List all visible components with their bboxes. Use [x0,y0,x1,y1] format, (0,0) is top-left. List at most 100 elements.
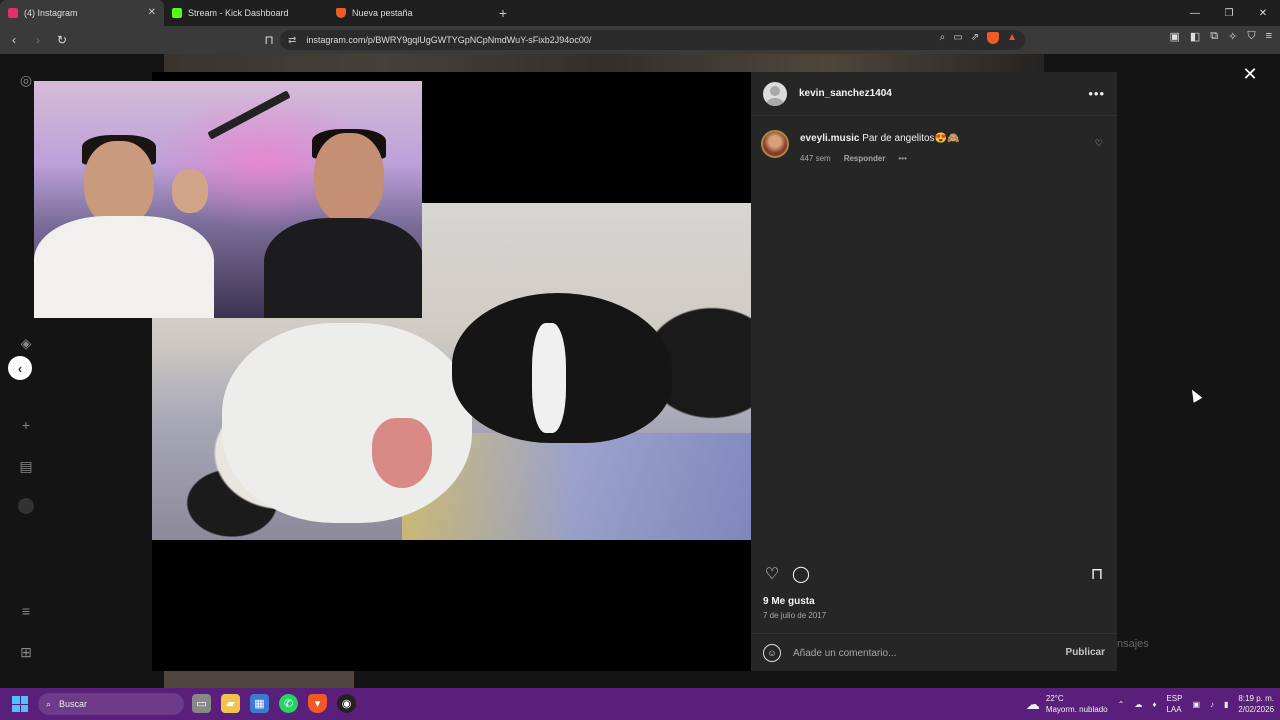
battery-icon[interactable]: ▮ [1224,700,1228,709]
comment-meta: 447 sem Responder ••• [800,154,907,163]
windows-taskbar: ⌕ Buscar ▭ ▰ ▦ ✆ ▾ ◉ ☁ 22°C Mayorm. nubl… [0,688,1280,720]
person-left [34,135,214,318]
tab-label: Nueva pestaña [352,8,413,18]
tab-label: (4) Instagram [24,8,78,18]
tab-new-tab[interactable]: Nueva pestaña [328,0,492,26]
like-heart-icon[interactable]: ♡ [762,564,782,584]
cloud-moon-icon: ☁ [1025,695,1040,712]
bookmark-icon[interactable]: ⊓ [259,30,279,50]
more-menu-icon[interactable]: ≡ [18,603,34,619]
brave-shields-icon[interactable] [987,32,1000,44]
comment-item: eveyli.music Par de angelitos😍🙈 447 sem … [761,130,1107,170]
post-date: 7 de julio de 2017 [763,611,827,620]
store-icon[interactable]: ▦ [250,694,269,713]
black-puppy [452,293,672,443]
network-icon[interactable]: ▣ [1192,700,1200,709]
restore-icon[interactable]: ❐ [1212,0,1246,26]
share-icon[interactable]: ⇗ [971,32,979,44]
close-tab-icon[interactable]: ✕ [148,7,156,18]
whatsapp-icon[interactable]: ✆ [279,694,298,713]
publish-button[interactable]: Publicar [1066,647,1105,658]
site-info-icon[interactable]: ⇄ [288,35,296,46]
microphone-icon[interactable]: ♦ [1152,700,1156,709]
task-view-icon[interactable]: ▭ [192,694,211,713]
minimize-icon[interactable]: — [1178,0,1212,26]
puppy-tongue [372,418,432,488]
avatar[interactable] [763,81,787,106]
meta-apps-icon[interactable]: ⊞ [18,644,34,660]
cast-icon[interactable]: ▭ [953,32,962,44]
new-tab-button[interactable]: + [492,2,514,24]
commenter-avatar[interactable] [761,130,789,158]
mouse-cursor [1187,387,1203,403]
comment-like-icon[interactable]: ♡ [1095,138,1103,149]
taskbar-search[interactable]: ⌕ Buscar [38,693,184,715]
tab-label: Stream - Kick Dashboard [188,8,289,18]
back-icon[interactable]: ‹ [4,30,24,50]
post-header: kevin_sanchez1404 ••• [751,72,1117,116]
comment-text: eveyli.music Par de angelitos😍🙈 [800,133,959,144]
comment-input[interactable] [793,646,1053,660]
zoom-icon[interactable]: ⌕ [940,32,946,44]
comment-bubble-icon[interactable]: ◯ [791,564,811,584]
post-username[interactable]: kevin_sanchez1404 [799,88,892,99]
reload-icon[interactable]: ↻ [52,30,72,50]
brave-browser-icon[interactable]: ▾ [308,694,327,713]
lang-top: ESP [1166,694,1183,703]
close-post-button[interactable]: ✕ [1240,64,1260,84]
leo-ai-icon[interactable]: ✧ [1228,30,1237,43]
volume-icon[interactable]: ♪ [1210,700,1214,709]
add-comment-bar: ☺ Publicar [751,633,1117,671]
likes-count[interactable]: 9 Me gusta [763,596,815,607]
search-placeholder: Buscar [59,699,88,709]
comment-options-icon[interactable]: ••• [898,154,906,163]
webcam-overlay [34,81,422,318]
url-actions: ⌕ ▭ ⇗ ▲ [940,32,1017,44]
url-bar[interactable]: ⇄ instagram.com/p/BWRY9gqlUgGWTYGpNCpNmd… [280,30,1025,50]
instagram-logo-icon[interactable]: ◎ [18,72,34,88]
comment-time[interactable]: 447 sem [800,154,831,163]
file-explorer-icon[interactable]: ▰ [221,694,240,713]
reply-button[interactable]: Responder [844,154,886,163]
emoji-icon[interactable]: ☺ [763,644,781,662]
dashboard-icon[interactable]: ▤ [18,458,34,474]
save-bookmark-icon[interactable]: ⊓ [1087,564,1107,584]
url-text: instagram.com/p/BWRY9gqlUgGWTYGpNCpNmdWu… [306,35,592,45]
address-bar-row: ‹ › ↻ ⊓ ⇄ instagram.com/p/BWRY9gqlUgGWTY… [0,26,1280,54]
show-hidden-icons[interactable]: ⌃ [1118,700,1125,709]
sidebar-icon[interactable]: ◧ [1190,30,1200,43]
language-indicator[interactable]: ESP LAA [1166,693,1182,715]
menu-icon[interactable]: ≡ [1266,30,1272,43]
taskbar-apps: ▭ ▰ ▦ ✆ ▾ ◉ [192,694,356,713]
clock-time: 8:19 p. m. [1238,694,1274,703]
tab-instagram[interactable]: (4) Instagram ✕ [0,0,164,26]
vpn-icon[interactable]: ⛉ [1247,30,1255,43]
onedrive-icon[interactable]: ☁ [1134,700,1142,709]
brave-rewards-icon[interactable]: ▲ [1007,32,1017,44]
toolbar-right: ▣ ◧ ⧉ ✧ ⛉ ≡ [1169,30,1272,43]
post-actions: ♡ ◯ ⊓ [751,559,1117,589]
instagram-page: ◎ ◈ + ▤ ≡ ⊞ ‹ ✕ nsajes kevin_sanchez1404… [0,54,1280,688]
forward-icon[interactable]: › [28,30,48,50]
profile-avatar-icon[interactable] [18,498,34,514]
extensions-icon[interactable]: ⧉ [1210,30,1218,43]
system-tray: ☁ 22°C Mayorm. nublado ⌃ ☁ ♦ ESP LAA ▣ ♪… [1026,688,1274,720]
close-window-icon[interactable]: ✕ [1246,0,1280,26]
previous-post-button[interactable]: ‹ [8,356,32,380]
windows-start-icon[interactable] [12,696,28,712]
browser-tab-strip: (4) Instagram ✕ Stream - Kick Dashboard … [0,0,1280,26]
more-options-icon[interactable]: ••• [1088,86,1105,101]
explore-icon[interactable]: ◈ [18,335,34,351]
clock[interactable]: 8:19 p. m. 2/02/2026 [1238,693,1274,715]
wallet-icon[interactable]: ▣ [1169,30,1179,43]
background-feed-strip [164,54,1044,72]
clock-date: 2/02/2026 [1238,705,1274,714]
create-icon[interactable]: + [18,417,34,433]
brave-icon [336,8,346,18]
post-side-panel: kevin_sanchez1404 ••• eveyli.music Par d… [751,72,1117,671]
weather-widget[interactable]: ☁ 22°C Mayorm. nublado [1026,693,1108,715]
commenter-username[interactable]: eveyli.music [800,133,859,144]
weather-temp: 22°C [1045,694,1064,703]
tab-kick-dashboard[interactable]: Stream - Kick Dashboard [164,0,328,26]
obs-icon[interactable]: ◉ [337,694,356,713]
